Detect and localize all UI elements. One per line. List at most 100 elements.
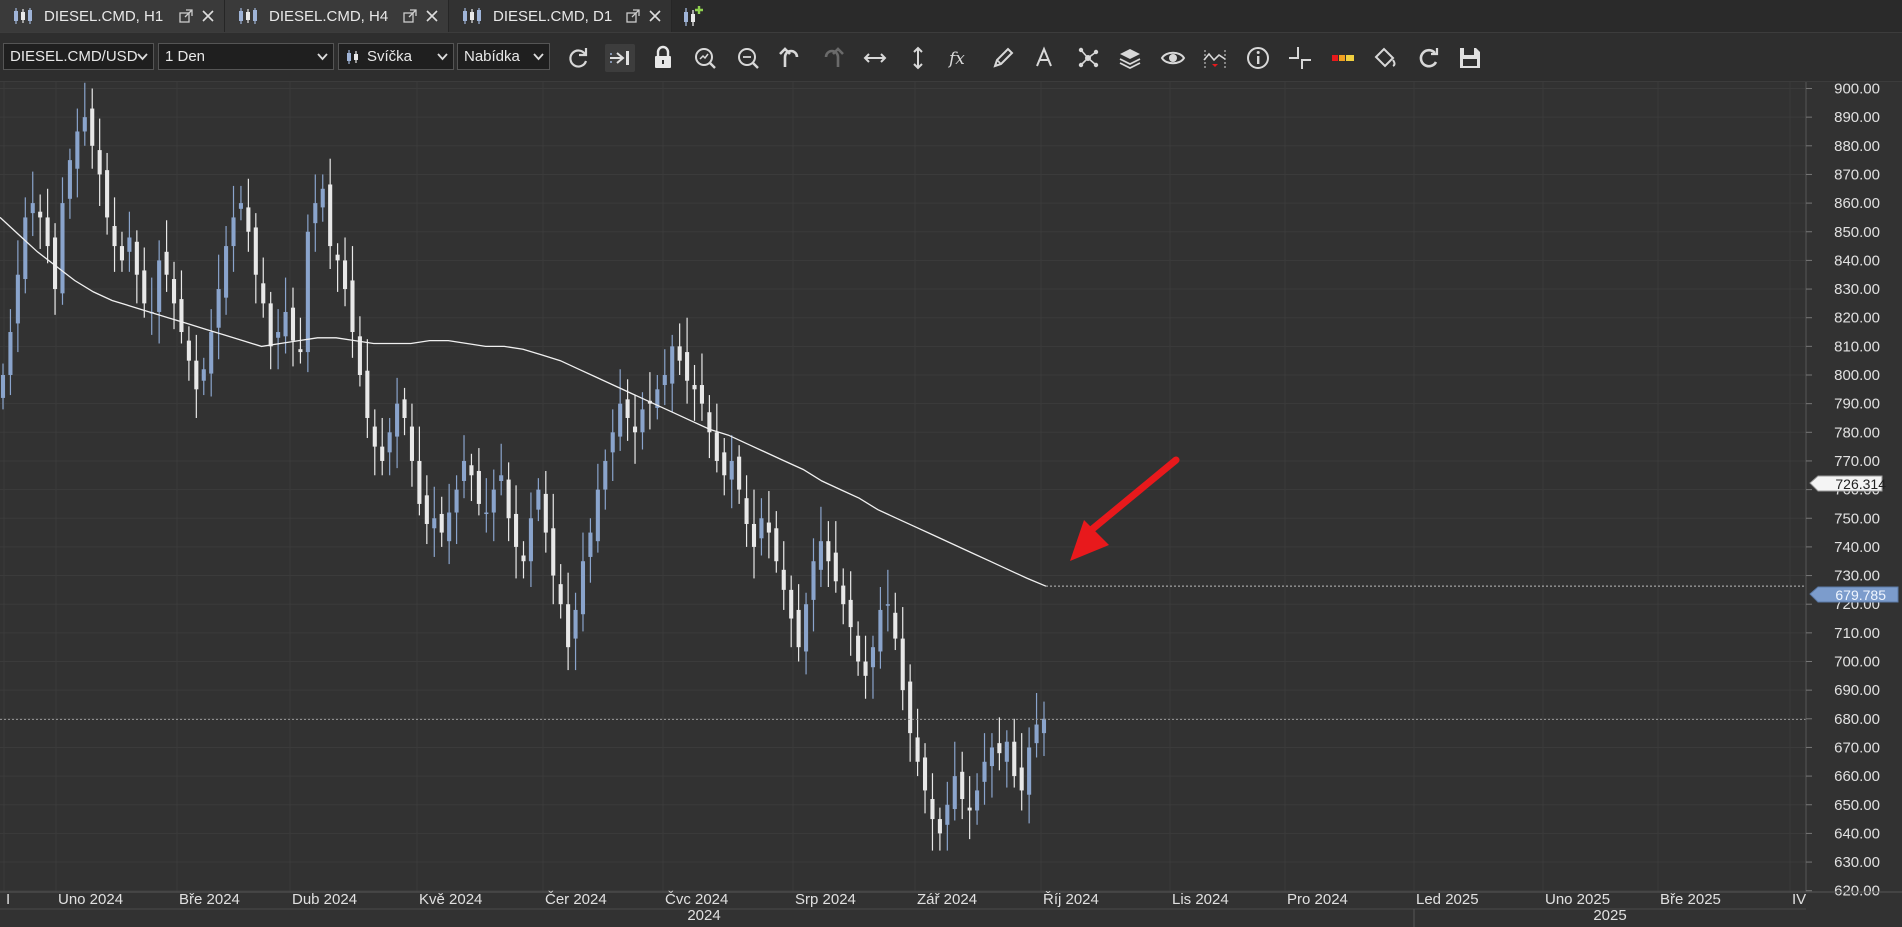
shift-chart-button[interactable] (605, 44, 635, 72)
indicators-fx-icon: fx (947, 49, 965, 69)
horizontal-scale-button[interactable] (860, 44, 890, 72)
close-icon[interactable] (200, 8, 216, 24)
vertical-scale-icon (913, 46, 923, 70)
indicators-button[interactable]: fx (945, 44, 975, 72)
candle-body (900, 638, 905, 691)
popout-icon[interactable] (402, 8, 418, 24)
layers-button[interactable] (1115, 44, 1145, 72)
candle-body (937, 819, 942, 834)
info-button[interactable] (1243, 44, 1273, 72)
x-tick-label: Bře 2025 (1660, 891, 1721, 908)
close-icon[interactable] (424, 8, 440, 24)
y-tick-label: 900.00 (1834, 82, 1880, 98)
candle-body (298, 349, 303, 353)
candle-body (952, 776, 957, 810)
lock-button[interactable] (648, 44, 678, 72)
candle-body (290, 307, 296, 341)
candle-body (960, 771, 965, 800)
tab-diesel-h4[interactable]: DIESEL.CMD, H4 (225, 0, 449, 32)
candle-body (499, 475, 504, 482)
y-tick-label: 680.00 (1834, 711, 1880, 728)
instrument-select[interactable]: DIESEL.CMD/USD (3, 43, 154, 70)
signals-button[interactable] (1200, 44, 1230, 72)
candle-body (209, 332, 214, 374)
tab-diesel-h1[interactable]: DIESEL.CMD, H1 (0, 0, 225, 32)
candle-body (186, 340, 191, 361)
x-tick-label: Pro 2024 (1287, 891, 1348, 908)
candlestick-icon (347, 49, 358, 64)
ma-price-label: 726.314 (1835, 476, 1886, 492)
candle-body (194, 360, 199, 390)
zoom-out-icon (738, 48, 759, 69)
candle-body (45, 217, 50, 247)
candle-body (722, 452, 727, 476)
x-tick-label: Čer 2024 (545, 891, 607, 908)
chart-type-select[interactable]: Svíčka (338, 43, 454, 70)
objects-button[interactable] (1073, 44, 1103, 72)
y-tick-label: 810.00 (1834, 338, 1880, 355)
candle-body (610, 432, 615, 453)
chart-type-value: Svíčka (367, 48, 413, 65)
candle-body (670, 346, 675, 384)
crosshair-button[interactable] (1285, 44, 1315, 72)
candle-body (506, 479, 511, 519)
y-tick-label: 650.00 (1834, 797, 1880, 814)
candle-body (491, 489, 496, 513)
y-tick-label: 640.00 (1834, 825, 1880, 842)
candle-body (625, 399, 630, 418)
price-side-select[interactable]: Nabídka (457, 43, 550, 70)
year-label-2025: 2025 (1593, 907, 1626, 924)
close-icon[interactable] (647, 8, 663, 24)
visibility-button[interactable] (1158, 44, 1188, 72)
candle-body (164, 251, 169, 275)
popout-icon[interactable] (625, 8, 641, 24)
popout-icon[interactable] (178, 8, 194, 24)
period-select[interactable]: 1 Den (158, 43, 334, 70)
lock-icon (655, 45, 671, 68)
candle-body (804, 604, 809, 652)
zoom-in-button[interactable] (690, 44, 720, 72)
new-chart-tab-icon[interactable] (680, 4, 706, 28)
zoom-out-button[interactable] (733, 44, 763, 72)
price-chart[interactable]: 900.00 890.00 880.00 870.00 860.00 850.00 840.… (0, 82, 1902, 927)
chart-canvas[interactable]: 900.00 890.00 880.00 870.00 860.00 850.00 840.… (0, 82, 1902, 927)
fill-button[interactable] (1370, 44, 1400, 72)
candle-body (781, 569, 786, 590)
candle-body (90, 108, 95, 146)
candle-body (796, 609, 801, 648)
y-tick-label: 780.00 (1834, 424, 1880, 441)
candle-body (335, 254, 340, 261)
candle-body (699, 385, 705, 404)
candle-body (1034, 724, 1039, 744)
info-icon (1247, 47, 1269, 69)
redo-button[interactable] (818, 44, 848, 72)
candle-body (818, 541, 823, 570)
draw-button[interactable] (988, 44, 1018, 72)
x-tick-label: Kvě 2024 (419, 891, 482, 908)
vertical-scale-button[interactable] (903, 44, 933, 72)
candle-body (885, 604, 890, 606)
candle-body (283, 311, 288, 337)
color-bar-button[interactable] (1328, 44, 1358, 72)
candle-body (759, 518, 764, 539)
save-button[interactable] (1455, 44, 1485, 72)
candle-body (365, 370, 370, 418)
undo-button[interactable] (775, 44, 805, 72)
candle-body (595, 489, 600, 542)
candle-body (618, 403, 623, 437)
refresh-button[interactable] (563, 44, 593, 72)
candle-body (402, 399, 407, 418)
candle-body (766, 522, 771, 533)
candle-body (915, 737, 920, 762)
tab-diesel-d1[interactable]: DIESEL.CMD, D1 (449, 0, 672, 32)
undo-icon (779, 47, 799, 67)
x-tick-label: Led 2025 (1416, 891, 1479, 908)
x-tick-label: Dub 2024 (292, 891, 357, 908)
text-tool-icon (1036, 46, 1052, 67)
candle-body (60, 203, 65, 294)
y-tick-label: 870.00 (1834, 166, 1880, 183)
candle-body (395, 403, 400, 437)
y-tick-label: 820.00 (1834, 310, 1880, 327)
cycle-button[interactable] (1413, 44, 1443, 72)
text-tool-button[interactable] (1030, 44, 1060, 72)
